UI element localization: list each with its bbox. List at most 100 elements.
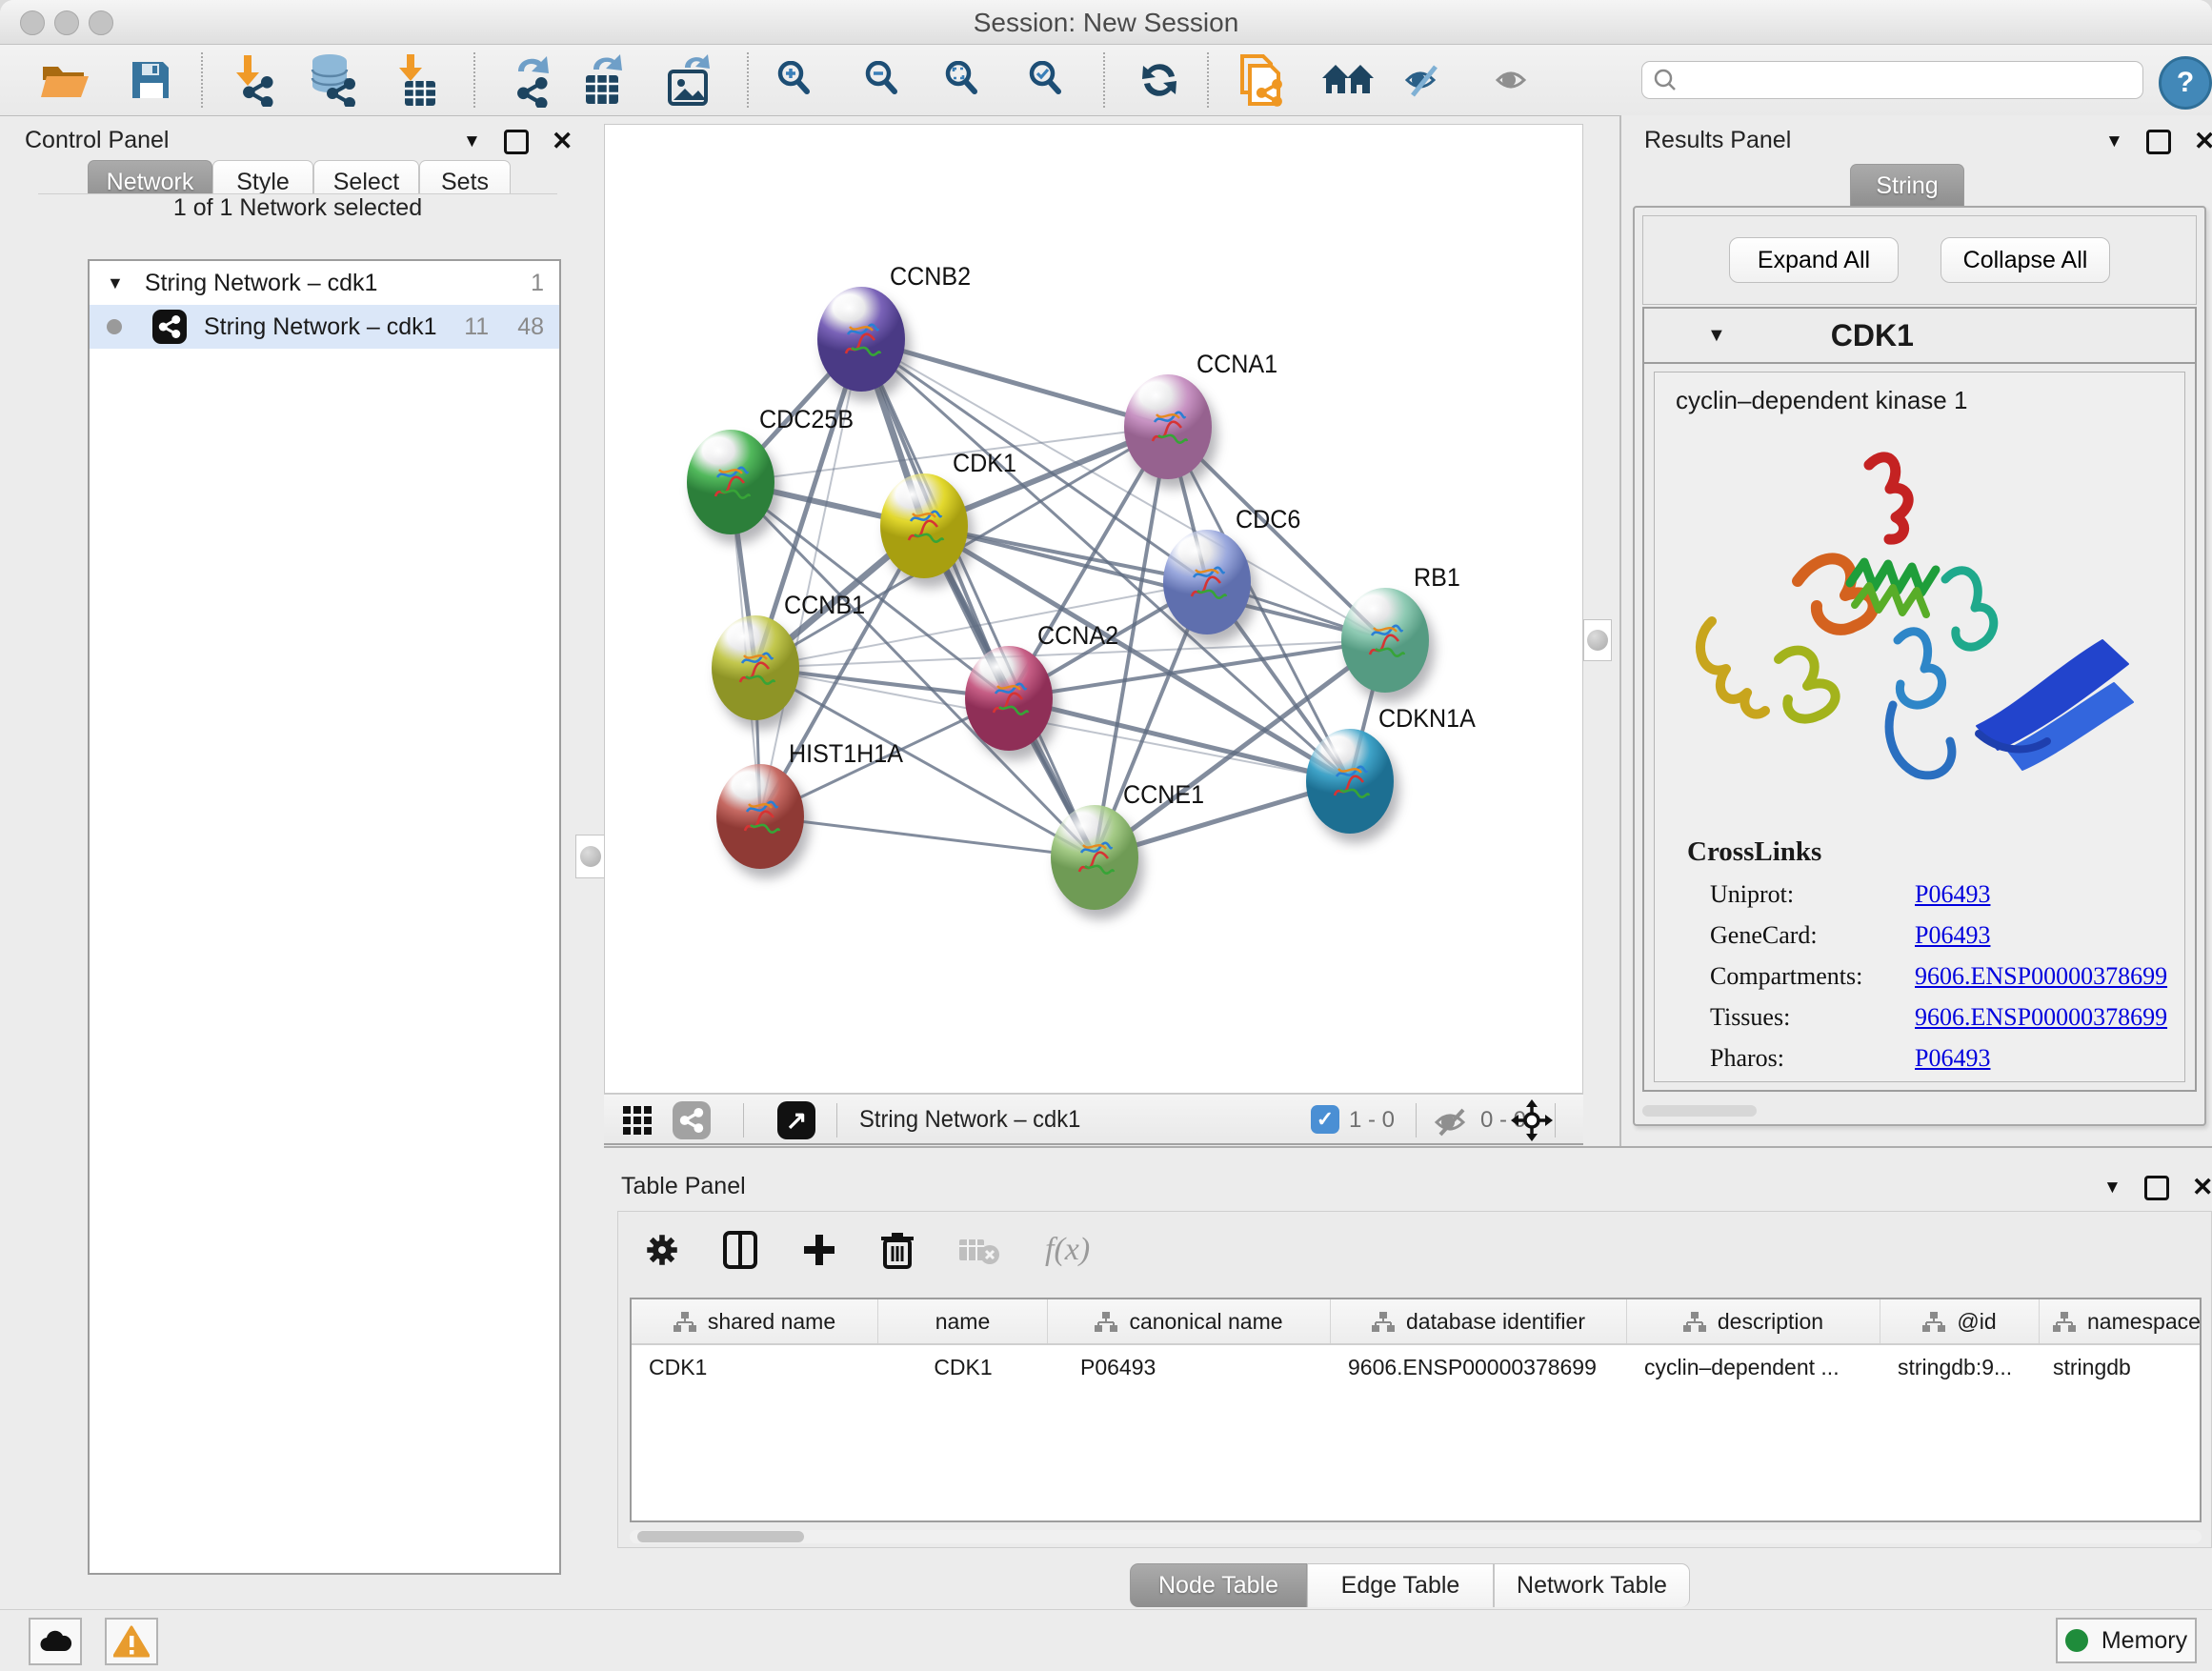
column-header[interactable]: description xyxy=(1627,1299,1880,1343)
results-horizontal-scrollbar[interactable] xyxy=(1642,1105,1757,1117)
panel-menu-icon[interactable]: ▼ xyxy=(463,131,481,152)
column-header[interactable]: shared name xyxy=(632,1299,878,1343)
import-network-file-button[interactable] xyxy=(219,50,280,111)
network-view-type-icon[interactable] xyxy=(673,1101,711,1139)
panel-menu-icon[interactable]: ▼ xyxy=(2103,1178,2122,1198)
crosslink-link[interactable]: 9606.ENSP00000378699 xyxy=(1915,962,2167,991)
network-node[interactable]: RB1 xyxy=(1341,588,1429,693)
expand-all-button[interactable]: Expand All xyxy=(1729,237,1899,283)
table-cell[interactable]: CDK1 xyxy=(878,1345,1048,1389)
network-node[interactable]: CCNB2 xyxy=(817,287,905,392)
show-columns-icon[interactable] xyxy=(723,1231,757,1269)
crosslink-link[interactable]: P06493 xyxy=(1915,921,1990,950)
first-neighbors-button[interactable] xyxy=(1317,50,1378,111)
table-cell[interactable]: P06493 xyxy=(1048,1345,1331,1389)
table-cell[interactable]: CDK1 xyxy=(632,1345,878,1389)
table-cell[interactable]: cyclin–dependent ... xyxy=(1627,1345,1880,1389)
protein-node-sphere xyxy=(1341,588,1429,693)
hide-selected-button[interactable] xyxy=(1393,50,1454,111)
import-table-file-button[interactable] xyxy=(385,50,446,111)
network-node[interactable]: CCNB1 xyxy=(712,615,799,720)
network-collection-row[interactable]: ▼ String Network – cdk1 1 xyxy=(90,261,559,305)
node-label: CCNB2 xyxy=(890,262,971,292)
network-node[interactable]: HIST1H1A xyxy=(716,764,804,869)
zoom-fit-button[interactable] xyxy=(934,50,995,111)
float-panel-icon[interactable] xyxy=(2146,130,2171,154)
table-cell[interactable]: 9606.ENSP00000378699 xyxy=(1331,1345,1627,1389)
delete-column-icon[interactable] xyxy=(881,1231,914,1269)
export-network-button[interactable] xyxy=(500,50,561,111)
function-builder-button[interactable]: f(x) xyxy=(1045,1232,1090,1268)
float-panel-icon[interactable] xyxy=(2144,1176,2169,1200)
birdseye-navigator-icon[interactable] xyxy=(1511,1099,1553,1141)
show-all-button[interactable] xyxy=(1482,50,1543,111)
search-input[interactable] xyxy=(1686,67,2109,93)
save-session-button[interactable] xyxy=(120,50,181,111)
close-panel-icon[interactable]: ✕ xyxy=(2192,1175,2212,1200)
section-expander-icon[interactable]: ▼ xyxy=(1707,325,1726,347)
crosslink-link[interactable]: 9606.ENSP00000378699 xyxy=(1915,1003,2167,1032)
add-column-icon[interactable] xyxy=(801,1232,837,1268)
crosslink-row: Tissues: 9606.ENSP00000378699 xyxy=(1710,1003,2184,1032)
left-splitter-collapse-handle[interactable] xyxy=(575,835,606,878)
network-edge[interactable] xyxy=(861,339,1168,427)
float-panel-icon[interactable] xyxy=(504,130,529,154)
network-grid-mode-icon[interactable] xyxy=(623,1106,652,1135)
network-edge[interactable] xyxy=(760,816,1095,857)
table-cell[interactable]: stringdb:9... xyxy=(1880,1345,2040,1389)
crosslink-link[interactable]: P06493 xyxy=(1915,880,1990,909)
network-row[interactable]: String Network – cdk1 11 48 xyxy=(90,305,559,349)
table-cell[interactable]: stringdb xyxy=(2040,1345,2202,1389)
tab-network-table[interactable]: Network Table xyxy=(1494,1563,1690,1607)
network-node[interactable]: CDKN1A xyxy=(1306,729,1394,834)
column-header[interactable]: namespace xyxy=(2040,1299,2202,1343)
gene-section-header[interactable]: ▼ CDK1 xyxy=(1644,309,2195,364)
delete-table-icon[interactable] xyxy=(957,1234,1001,1266)
network-node[interactable]: CCNA2 xyxy=(965,646,1053,751)
crosslink-link[interactable]: P06493 xyxy=(1915,1044,1990,1073)
refresh-button[interactable] xyxy=(1129,50,1190,111)
network-edge[interactable] xyxy=(861,339,1095,857)
detach-view-button[interactable]: ↗ xyxy=(777,1101,815,1139)
table-row[interactable]: CDK1 CDK1 P06493 9606.ENSP00000378699 cy… xyxy=(632,1345,2200,1389)
hidden-eye-icon[interactable] xyxy=(1431,1108,1471,1137)
duplicate-network-button[interactable] xyxy=(1229,50,1290,111)
search-field[interactable] xyxy=(1641,61,2143,99)
table-horizontal-scrollbar[interactable] xyxy=(630,1530,2202,1543)
close-panel-icon[interactable]: ✕ xyxy=(2194,129,2212,154)
panel-menu-icon[interactable]: ▼ xyxy=(2105,131,2123,152)
network-node[interactable]: CDK1 xyxy=(880,473,968,578)
network-node[interactable]: CCNE1 xyxy=(1051,805,1138,910)
tab-edge-table[interactable]: Edge Table xyxy=(1307,1563,1494,1607)
network-node[interactable]: CDC25B xyxy=(687,430,774,534)
cloud-status-button[interactable] xyxy=(29,1618,82,1665)
zoom-in-button[interactable] xyxy=(766,50,827,111)
column-header[interactable]: canonical name xyxy=(1048,1299,1331,1343)
collapse-all-button[interactable]: Collapse All xyxy=(1941,237,2110,283)
column-header[interactable]: database identifier xyxy=(1331,1299,1627,1343)
crosslink-label: Uniprot: xyxy=(1710,880,1915,909)
tab-node-table[interactable]: Node Table xyxy=(1130,1563,1307,1607)
open-session-button[interactable] xyxy=(35,50,96,111)
close-panel-icon[interactable]: ✕ xyxy=(552,129,573,154)
gene-description: cyclin–dependent kinase 1 xyxy=(1676,386,2184,415)
export-table-button[interactable] xyxy=(573,50,634,111)
memory-button[interactable]: Memory xyxy=(2056,1618,2197,1663)
network-canvas[interactable]: CCNB2 CCNA1 CDC25B CDK1 CDC6 RB1 CCNB1 xyxy=(604,124,1583,1094)
column-header[interactable]: name xyxy=(878,1299,1048,1343)
network-node[interactable]: CCNA1 xyxy=(1124,374,1212,479)
column-header[interactable]: @id xyxy=(1880,1299,2040,1343)
zoom-selected-button[interactable] xyxy=(1017,50,1078,111)
network-node[interactable]: CDC6 xyxy=(1163,530,1251,634)
import-network-database-button[interactable] xyxy=(301,50,362,111)
zoom-out-button[interactable] xyxy=(854,50,915,111)
right-splitter-collapse-handle[interactable] xyxy=(1583,619,1612,661)
collection-expander-icon[interactable]: ▼ xyxy=(107,273,124,293)
tab-string[interactable]: String xyxy=(1850,164,1964,208)
warning-status-button[interactable] xyxy=(105,1618,158,1665)
export-image-button[interactable] xyxy=(659,50,720,111)
table-options-gear-icon[interactable] xyxy=(645,1233,679,1267)
string-results-box: Expand All Collapse All ▼ CDK1 cyclin–de… xyxy=(1633,206,2206,1126)
selected-checkbox-icon[interactable]: ✓ xyxy=(1311,1105,1339,1134)
help-button[interactable]: ? xyxy=(2159,56,2212,110)
